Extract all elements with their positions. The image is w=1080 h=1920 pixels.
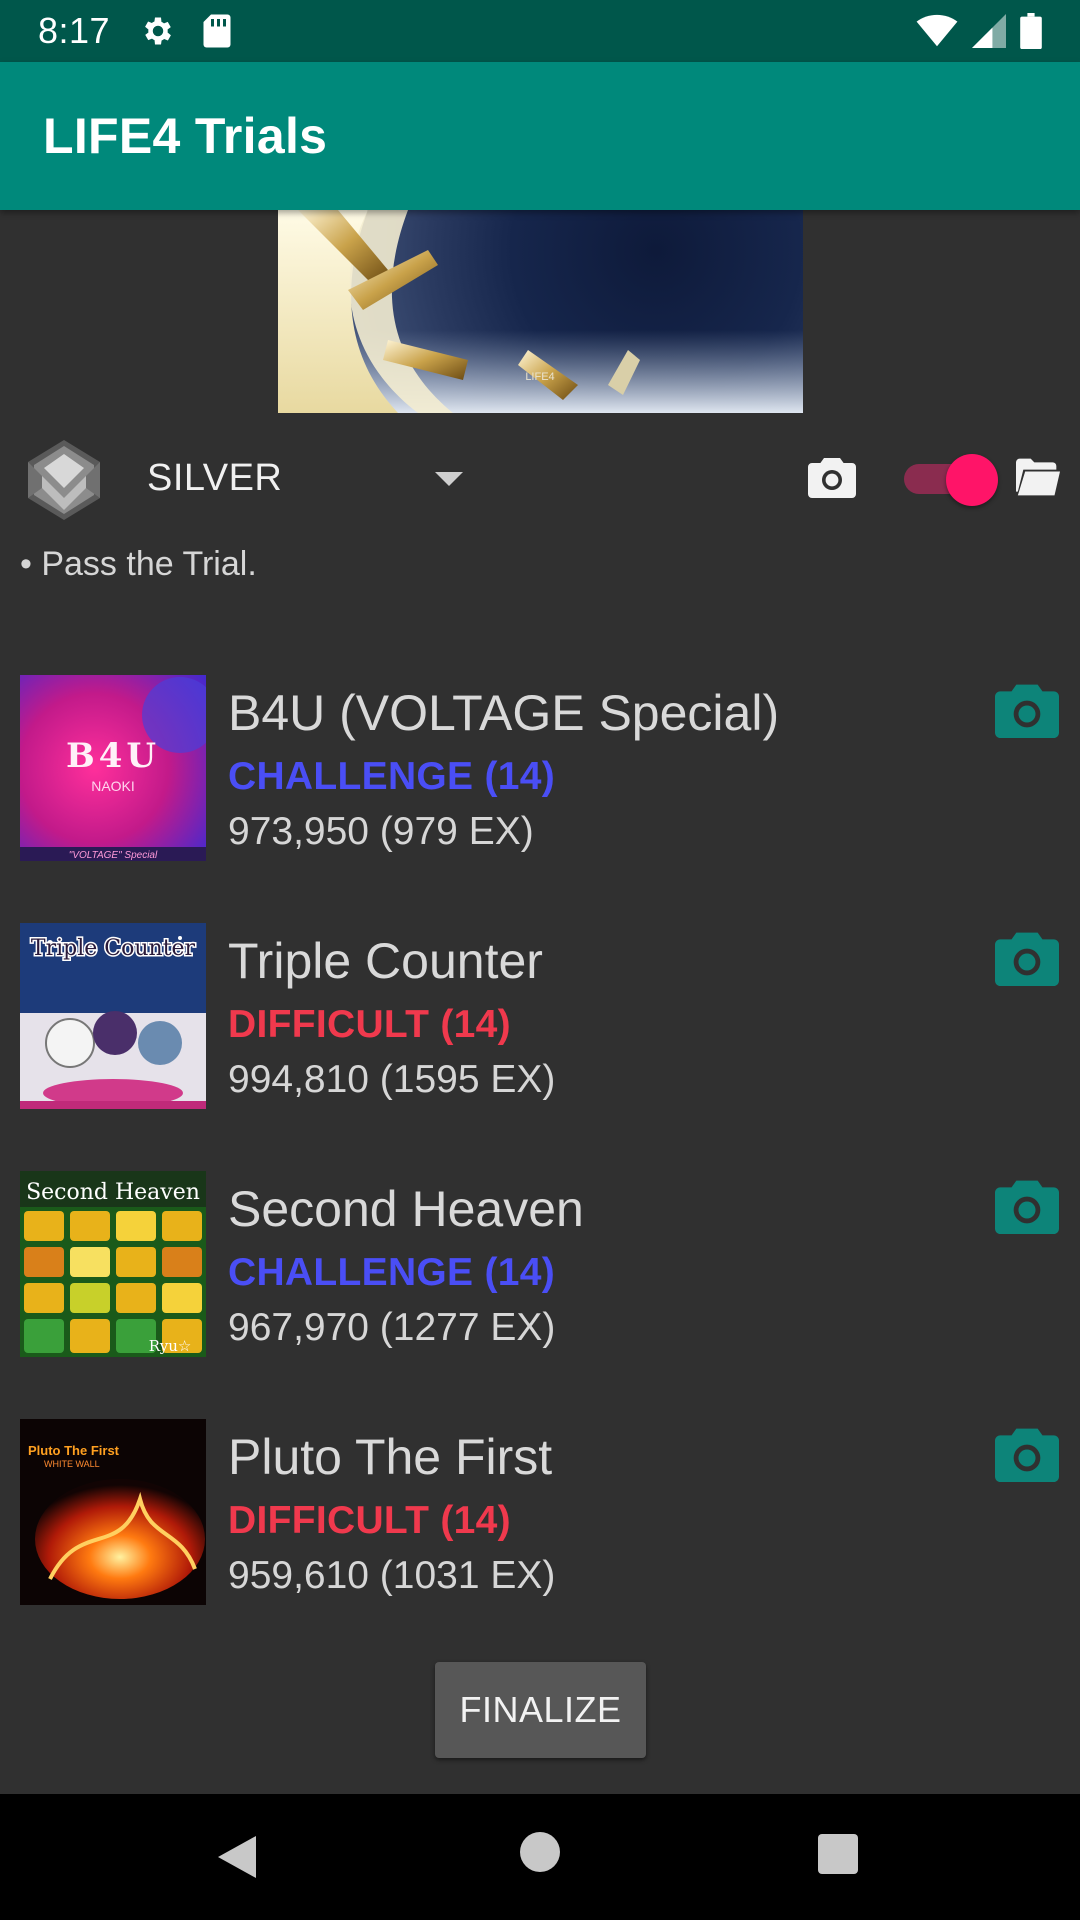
- status-bar: 8:17: [0, 0, 1080, 62]
- settings-icon: [145, 17, 171, 45]
- trial-goal-text: • Pass the Trial.: [20, 545, 257, 583]
- home-icon[interactable]: [520, 1832, 560, 1872]
- song-score: 973,950 (979 EX): [228, 810, 534, 853]
- battery-icon: [1020, 13, 1042, 49]
- svg-text:Ryu☆: Ryu☆: [149, 1337, 192, 1355]
- camera-icon[interactable]: [994, 682, 1060, 738]
- app-title: LIFE4 Trials: [43, 108, 328, 164]
- song-score: 959,610 (1031 EX): [228, 1554, 556, 1597]
- svg-text:Second Heaven: Second Heaven: [26, 1180, 200, 1205]
- trial-header-row: SILVER: [0, 430, 1080, 526]
- song-list: B4U NAOKI "VOLTAGE" Special B4U (VOLTAGE…: [0, 670, 1080, 1662]
- back-icon[interactable]: [216, 1834, 258, 1880]
- song-title: Triple Counter: [228, 933, 543, 989]
- song-jacket-triple-counter: Triple Counter: [20, 923, 206, 1109]
- song-difficulty: CHALLENGE (14): [228, 755, 556, 798]
- camera-icon[interactable]: [994, 1178, 1060, 1234]
- svg-text:Pluto The First: Pluto The First: [28, 1443, 120, 1458]
- camera-icon[interactable]: [994, 930, 1060, 986]
- song-row: Second Heaven Ryu☆ Second Heaven CHALLEN…: [0, 1166, 1080, 1414]
- chevron-down-icon: [435, 472, 463, 486]
- rank-label: SILVER: [147, 456, 283, 499]
- folder-open-icon[interactable]: [1016, 458, 1060, 496]
- song-row: B4U NAOKI "VOLTAGE" Special B4U (VOLTAGE…: [0, 670, 1080, 918]
- rank-dropdown[interactable]: SILVER: [147, 430, 467, 526]
- silver-rank-icon: [28, 440, 100, 520]
- song-difficulty: CHALLENGE (14): [228, 1251, 556, 1294]
- camera-icon[interactable]: [808, 456, 856, 498]
- app-bar: LIFE4 Trials: [0, 62, 1080, 210]
- song-jacket-b4u: B4U NAOKI "VOLTAGE" Special: [20, 675, 206, 861]
- svg-text:WHITE WALL: WHITE WALL: [44, 1459, 100, 1469]
- song-jacket-second-heaven: Second Heaven Ryu☆: [20, 1171, 206, 1357]
- system-nav-bar: [0, 1794, 1080, 1920]
- svg-text:NAOKI: NAOKI: [91, 778, 135, 794]
- finalize-button[interactable]: FINALIZE: [435, 1662, 646, 1758]
- song-difficulty: DIFFICULT (14): [228, 1499, 511, 1542]
- trial-banner-image: LIFE4: [278, 210, 803, 413]
- song-row: Pluto The First WHITE WALL Pluto The Fir…: [0, 1414, 1080, 1662]
- status-time: 8:17: [38, 10, 111, 51]
- song-title: Pluto The First: [228, 1429, 553, 1485]
- svg-text:"VOLTAGE" Special: "VOLTAGE" Special: [69, 850, 158, 861]
- song-jacket-pluto-the-first: Pluto The First WHITE WALL: [20, 1419, 206, 1605]
- song-difficulty: DIFFICULT (14): [228, 1003, 511, 1046]
- trial-toggle-switch[interactable]: [904, 454, 998, 506]
- svg-text:B4U: B4U: [66, 736, 160, 776]
- song-row: Triple Counter Triple Counter DIFFICULT …: [0, 918, 1080, 1166]
- banner-caption: LIFE4: [525, 371, 554, 383]
- sd-card-icon: [203, 14, 231, 48]
- toggle-thumb: [946, 454, 998, 506]
- recents-icon[interactable]: [818, 1834, 858, 1874]
- camera-icon[interactable]: [994, 1426, 1060, 1482]
- svg-text:Triple Counter: Triple Counter: [31, 936, 196, 961]
- song-title: B4U (VOLTAGE Special): [228, 685, 780, 741]
- wifi-icon: [916, 14, 958, 47]
- song-score: 967,970 (1277 EX): [228, 1306, 556, 1349]
- song-title: Second Heaven: [228, 1181, 584, 1237]
- signal-icon: [972, 14, 1006, 48]
- song-score: 994,810 (1595 EX): [228, 1058, 556, 1101]
